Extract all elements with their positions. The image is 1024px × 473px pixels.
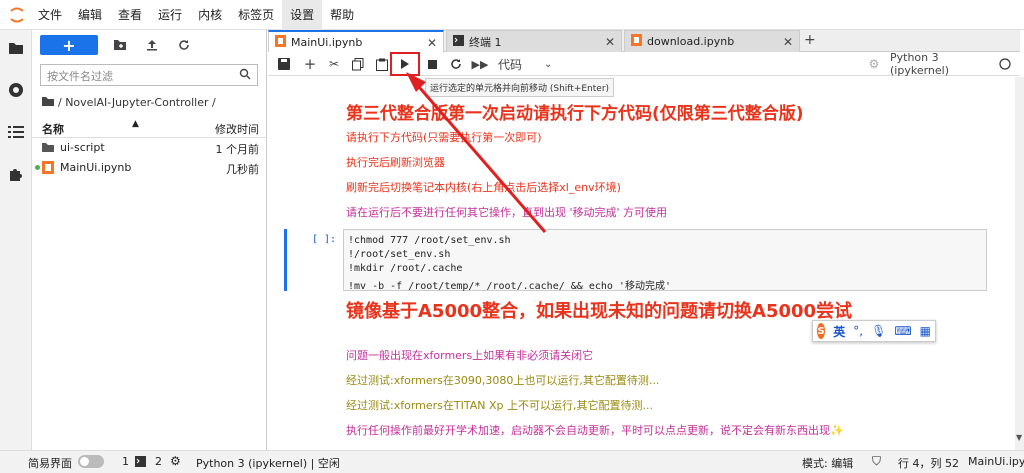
markdown-text: 经过测试:xformers在3090,3080上也可以运行,其它配置待测... [346,374,660,387]
terminal-icon [453,34,464,49]
add-tab-icon[interactable]: + [804,32,816,48]
annotation-arrow [406,72,547,233]
close-icon[interactable]: ✕ [427,36,437,50]
close-icon[interactable]: ✕ [783,35,793,49]
kernel-name[interactable]: Python 3 (ipykernel) [890,51,996,77]
folder-icon [42,96,54,109]
upload-icon[interactable] [142,35,162,55]
scroll-down-icon[interactable]: ▼ [1016,433,1022,442]
kernel-icon: ⚙ [170,454,181,468]
running-indicator [35,165,40,170]
file-modified: 几秒前 [226,163,259,176]
search-icon [239,68,251,83]
kernel-count: 2 [155,455,162,468]
tab-label: 终端 1 [469,35,502,49]
activity-bar [0,30,32,450]
code-line: !mkdir /root/.cache [348,263,463,274]
jupyter-logo-icon [4,0,30,30]
markdown-heading-2: 镜像基于A5000整合，如果出现未知的问题请切换A5000尝试 [346,301,853,322]
file-row[interactable]: MainUi.ipynb 几秒前 [32,158,267,178]
markdown-text: 经过测试:xformers在TITAN Xp 上不可以运行,其它配置待测... [346,399,653,412]
menu-file[interactable]: 文件 [30,0,70,30]
microphone-icon[interactable]: 🎙 [871,324,886,338]
menu-kernel[interactable]: 内核 [190,0,230,30]
terminal-icon [135,456,146,470]
cell-prompt: [ ]: [312,234,337,245]
kernel-status[interactable]: Python 3 (ipykernel) | 空闲 [196,455,340,471]
extension-icon[interactable] [6,164,26,184]
save-icon[interactable] [276,55,292,73]
code-line: !mv -b -f /root/temp/* /root/.cache/ && … [348,281,671,292]
close-icon[interactable]: ✕ [605,35,615,49]
code-line: !/root/set_env.sh [348,249,451,260]
punctuation-icon[interactable]: °, [853,324,863,338]
terminal-count: 1 [122,455,129,468]
folder-icon [42,142,54,155]
file-browser: + 按文件名过滤 / NovelAI-Jupyter-Controller / … [32,30,267,450]
sort-ascending-icon[interactable]: ▲ [132,119,139,129]
gear-icon: ⚙ [868,57,880,71]
tab-terminal[interactable]: 终端 1 ✕ [446,30,622,52]
keyboard-icon[interactable]: ⌨ [894,324,911,338]
breadcrumb-path[interactable]: / NovelAI-Jupyter-Controller / [58,96,216,109]
editor-mode: 模式: 编辑 [802,457,854,470]
column-name[interactable]: 名称 [42,121,64,137]
notebook-icon [42,161,54,177]
menu-bar: 文件 编辑 查看 运行 内核 标签页 设置 帮助 [0,0,1024,30]
scrollbar[interactable]: ▼ [1015,77,1024,450]
ime-logo-icon: S [817,323,826,339]
column-modified[interactable]: 修改时间 [215,121,259,137]
kernel-status-icon [998,55,1012,73]
file-name: MainUi.ipynb [60,161,132,174]
menu-tabs[interactable]: 标签页 [230,0,282,30]
ime-language[interactable]: 英 [833,323,845,340]
menu-view[interactable]: 查看 [110,0,150,30]
file-list-header: 名称 ▲ 修改时间 [32,118,267,138]
filter-placeholder: 按文件名过滤 [47,70,113,83]
menu-help[interactable]: 帮助 [322,0,362,30]
file-row[interactable]: ui-script 1 个月前 [32,138,267,158]
simple-mode-toggle[interactable] [78,455,104,468]
shield-icon: ⛉ [872,454,882,468]
status-filename: MainUi.ipynb [968,455,1024,468]
breadcrumb[interactable]: / NovelAI-Jupyter-Controller / [42,96,216,109]
tab-label: MainUi.ipynb [291,36,363,49]
tab-label: download.ipynb [647,35,735,48]
file-name: ui-script [60,141,105,154]
menu-run[interactable]: 运行 [150,0,190,30]
copy-icon[interactable] [350,55,366,73]
notebook-icon [631,34,642,49]
markdown-text: 问题一般出现在xformers上如果有非必须请关闭它 [346,349,594,362]
toc-icon[interactable] [6,122,26,142]
folder-icon[interactable] [6,38,26,58]
markdown-text: 执行任何操作前最好开学术加速，启动器不会自动更新，平时可以点点更新，说不定会有新… [346,424,844,437]
menu-settings[interactable]: 设置 [282,0,323,30]
simple-mode-label: 简易界面 [28,457,72,470]
file-modified: 1 个月前 [215,143,260,156]
cut-icon[interactable]: ✂ [326,55,342,73]
cursor-position[interactable]: 行 4，列 52 [898,455,959,471]
notebook-icon [275,35,286,50]
new-launcher-button[interactable]: + [40,35,98,55]
refresh-icon[interactable] [174,35,194,55]
tab-download[interactable]: download.ipynb ✕ [624,30,800,52]
active-cell-indicator [284,229,287,291]
insert-cell-icon[interactable]: + [302,55,318,73]
tab-bar: MainUi.ipynb ✕ 终端 1 ✕ download.ipynb ✕ + [268,30,1020,53]
ime-toolbar[interactable]: S 英 °, 🎙 ⌨ ▦ [812,320,936,342]
filter-input[interactable]: 按文件名过滤 [40,64,258,86]
new-folder-icon[interactable] [110,35,130,55]
running-icon[interactable] [6,80,26,100]
menu-edit[interactable]: 编辑 [70,0,110,30]
status-bar: 简易界面 1 2 ⚙ Python 3 (ipykernel) | 空闲 模式:… [0,450,1024,473]
tab-mainui[interactable]: MainUi.ipynb ✕ [268,30,444,53]
grid-icon[interactable]: ▦ [920,324,931,338]
